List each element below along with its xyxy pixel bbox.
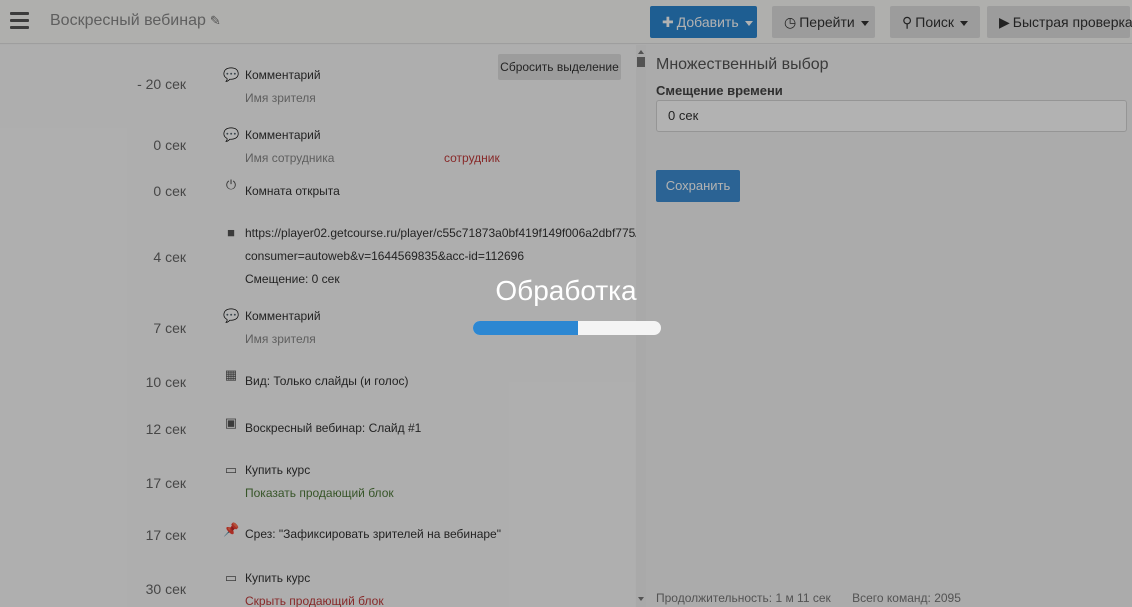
progress-fill: [473, 321, 579, 335]
processing-text: Обработка: [495, 275, 637, 306]
processing-overlay: Обработка: [0, 0, 1132, 607]
progress-bar: [473, 321, 661, 335]
